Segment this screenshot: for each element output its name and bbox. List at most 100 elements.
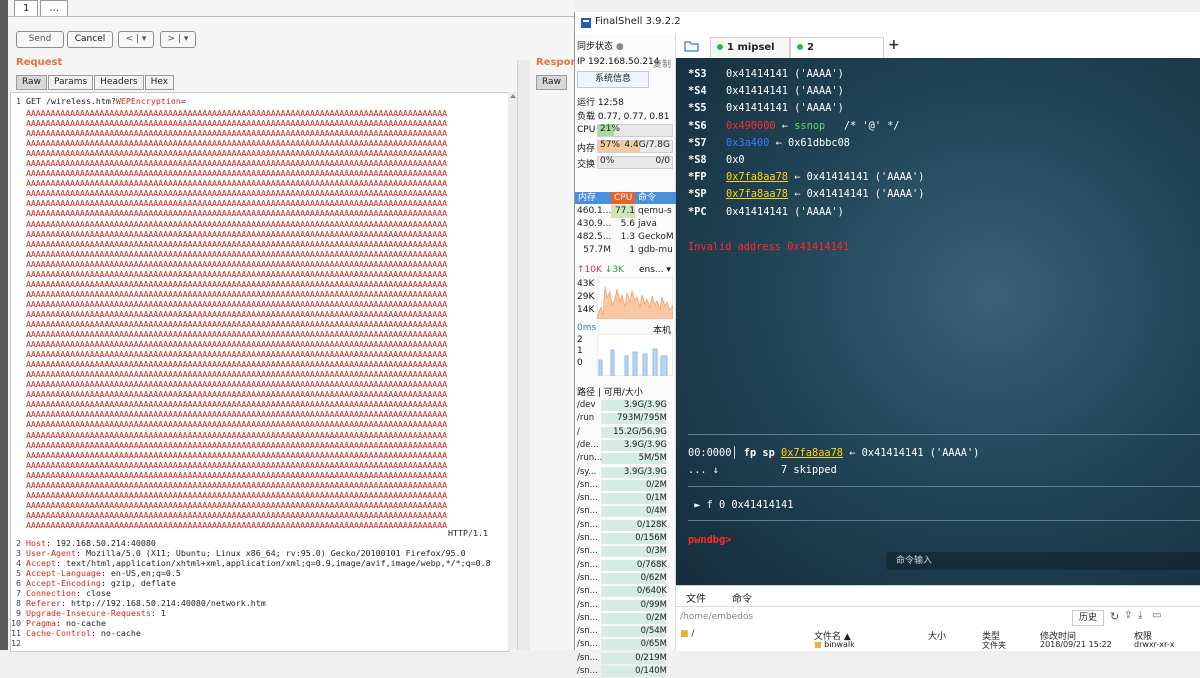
path-input[interactable]: /home/embedos bbox=[680, 612, 753, 622]
disk-size: 0/3M bbox=[645, 546, 667, 557]
tab-raw[interactable]: Raw bbox=[16, 75, 47, 90]
disk-row[interactable]: /sn... 0/2M bbox=[577, 612, 673, 625]
header-user-agent: User-Agent: Mozilla/5.0 (X11; Ubuntu; Li… bbox=[26, 548, 466, 558]
terminal[interactable]: *S3 0x41414141 ('AAAA') *S4 0x41414141 ('AA… bbox=[676, 58, 1200, 585]
stack-line: 00:0000│ fp sp 0x7fa8aa78 ← 0x41414141 (… bbox=[688, 447, 980, 459]
folder-open-icon[interactable] bbox=[684, 39, 700, 52]
net-tick: 29K bbox=[577, 292, 595, 302]
disk-path: /sn... bbox=[577, 493, 598, 504]
proc-col-cpu[interactable]: CPU bbox=[611, 192, 638, 204]
process-row[interactable]: 430.9... 5.6 java bbox=[577, 218, 657, 231]
disk-path: /run... bbox=[577, 453, 603, 464]
history-button[interactable]: 历史 bbox=[1072, 610, 1104, 626]
disk-row[interactable]: /sn... 0/2M bbox=[577, 479, 673, 492]
disk-path: /dev bbox=[577, 400, 596, 410]
disk-row[interactable]: /sn... 0/156M bbox=[577, 532, 673, 545]
tab-mipsel[interactable]: 1 mipsel bbox=[710, 37, 790, 58]
sysinfo-button[interactable]: 系统信息 bbox=[577, 71, 649, 88]
command-input[interactable]: 命令输入 bbox=[886, 552, 1200, 570]
net-traffic-graph bbox=[597, 277, 673, 319]
swap-value: 0% bbox=[600, 156, 615, 166]
process-row[interactable]: 57.7M 1 gdb-mu bbox=[577, 244, 673, 257]
cancel-button[interactable]: Cancel bbox=[67, 31, 113, 48]
title-bar: FinalShell 3.9.2.2 bbox=[575, 12, 1200, 35]
proc-col-cmd[interactable]: 命令 bbox=[635, 192, 678, 204]
process-row[interactable]: 482.5... 1.3 GeckoM bbox=[577, 231, 674, 244]
disk-size: 3.9G/3.9G bbox=[623, 466, 667, 477]
request-editor[interactable]: 1 GET /wireless.htm?WEPEncryption= AAAAA… bbox=[10, 92, 509, 652]
tab-params[interactable]: Params bbox=[47, 75, 94, 90]
disk-row[interactable]: /sn... 0/4M bbox=[577, 505, 673, 518]
disk-size: 3.9G/3.9G bbox=[623, 439, 667, 450]
header-pragma: Pragma: no-cache bbox=[26, 618, 106, 628]
send-button[interactable]: Send bbox=[16, 31, 64, 48]
refresh-icon[interactable]: ↻ bbox=[1110, 610, 1119, 623]
header-host: Host: 192.168.50.214:40080 bbox=[26, 538, 156, 548]
tab-hex[interactable]: Hex bbox=[144, 75, 175, 90]
backtrace-separator bbox=[688, 486, 1200, 487]
disk-row[interactable]: /sn... 0/54M bbox=[577, 625, 673, 638]
upload-icon[interactable]: ⇪ bbox=[1124, 610, 1132, 621]
disk-row[interactable]: /sn... 0/140M bbox=[577, 665, 673, 678]
tab-headers[interactable]: Headers bbox=[94, 75, 144, 90]
sync-status: 同步状态 ● bbox=[577, 42, 624, 52]
disk-row[interactable]: /sn... 0/3M bbox=[577, 545, 673, 558]
disk-row[interactable]: /sn... 0/768K bbox=[577, 559, 673, 572]
tree-root[interactable]: ■ / bbox=[680, 629, 694, 639]
ping-graph bbox=[597, 334, 673, 376]
disk-path: /sn... bbox=[577, 506, 598, 517]
disk-row[interactable]: /run... 5M/5M bbox=[577, 452, 673, 465]
disk-path: /sn... bbox=[577, 612, 598, 623]
disk-path: /sn... bbox=[577, 479, 598, 490]
repeater-tab-more[interactable]: ... bbox=[40, 0, 68, 16]
disk-row[interactable]: /sn... 0/1M bbox=[577, 492, 673, 505]
response-tab-raw[interactable]: Raw bbox=[536, 75, 567, 90]
disk-size: 0/4M bbox=[645, 506, 667, 517]
terminal-icon[interactable]: ▭ bbox=[1152, 610, 1161, 621]
mem-label: 内存 bbox=[577, 144, 596, 154]
download-icon[interactable]: ⤓ bbox=[1138, 610, 1142, 621]
command-tab[interactable]: 命令 bbox=[732, 590, 752, 605]
backtrace-frame: ► f 0 0x41414141 bbox=[688, 499, 794, 511]
disk-size: 3.9G/3.9G bbox=[623, 400, 667, 410]
swap-bar: 0% 0/0 bbox=[597, 156, 673, 169]
overflow-payload: AAAAAAAAAAAAAAAAAAAAAAAAAAAAAAAAAAAAAAAA… bbox=[26, 108, 447, 530]
line-number: 7 bbox=[16, 588, 21, 598]
file-row-time: 2018/09/21 15:22 bbox=[1040, 641, 1112, 649]
folder-icon: ■ bbox=[814, 641, 822, 649]
mem-value: 57% bbox=[600, 140, 621, 150]
net-interface-select[interactable]: ens... ▾ bbox=[639, 265, 671, 275]
add-tab-button[interactable]: + bbox=[888, 37, 900, 53]
pane-splitter[interactable] bbox=[517, 60, 530, 650]
disk-row[interactable]: /sn... 0/219M bbox=[577, 652, 673, 665]
session-tabs: 1 mipsel 2 debug_iot× + bbox=[676, 34, 1200, 73]
disk-row[interactable]: /sn... 0/128K bbox=[577, 519, 673, 532]
proc-col-mem[interactable]: 内存 bbox=[575, 192, 614, 204]
process-row[interactable]: 460.1... 77.1 qemu-s bbox=[577, 205, 672, 218]
disk-row[interactable]: /sn... 0/99M bbox=[577, 599, 673, 612]
net-upload: ↑10K ↓3K bbox=[577, 265, 624, 275]
disk-path: /sn... bbox=[577, 666, 598, 676]
host-ip: IP 192.168.50.214 bbox=[577, 57, 660, 67]
disk-row[interactable]: /sn... 0/640K bbox=[577, 585, 673, 598]
disk-row[interactable]: /de... 3.9G/3.9G bbox=[577, 439, 673, 452]
disk-row[interactable]: / 15.2G/56.9G bbox=[577, 426, 673, 439]
line-number: 10 bbox=[11, 618, 21, 628]
disk-row[interactable]: /run 793M/795M bbox=[577, 412, 673, 425]
skipped-line: ... ↓ 7 skipped bbox=[688, 464, 837, 476]
cpu-value: 21% bbox=[600, 124, 621, 134]
copy-ip-link[interactable]: 复制 bbox=[653, 57, 671, 70]
tab-debug-iot[interactable]: 2 debug_iot× bbox=[790, 37, 884, 73]
window-title: FinalShell 3.9.2.2 bbox=[595, 16, 681, 27]
file-tab[interactable]: 文件 bbox=[686, 590, 706, 605]
back-button[interactable]: < | ▾ bbox=[118, 31, 154, 48]
net-tick: 14K bbox=[577, 305, 595, 315]
disk-row[interactable]: /sy... 3.9G/3.9G bbox=[577, 466, 673, 479]
disk-row[interactable]: /dev 3.9G/3.9G bbox=[577, 399, 673, 412]
disk-row[interactable]: /sn... 0/62M bbox=[577, 572, 673, 585]
file-tab-divider bbox=[676, 606, 1200, 607]
disk-path: /sn... bbox=[577, 559, 598, 570]
forward-button[interactable]: > | ▾ bbox=[160, 31, 196, 48]
load-average: 负载 0.77, 0.77, 0.81 bbox=[577, 112, 670, 122]
repeater-tab-1[interactable]: 1 bbox=[14, 0, 39, 16]
